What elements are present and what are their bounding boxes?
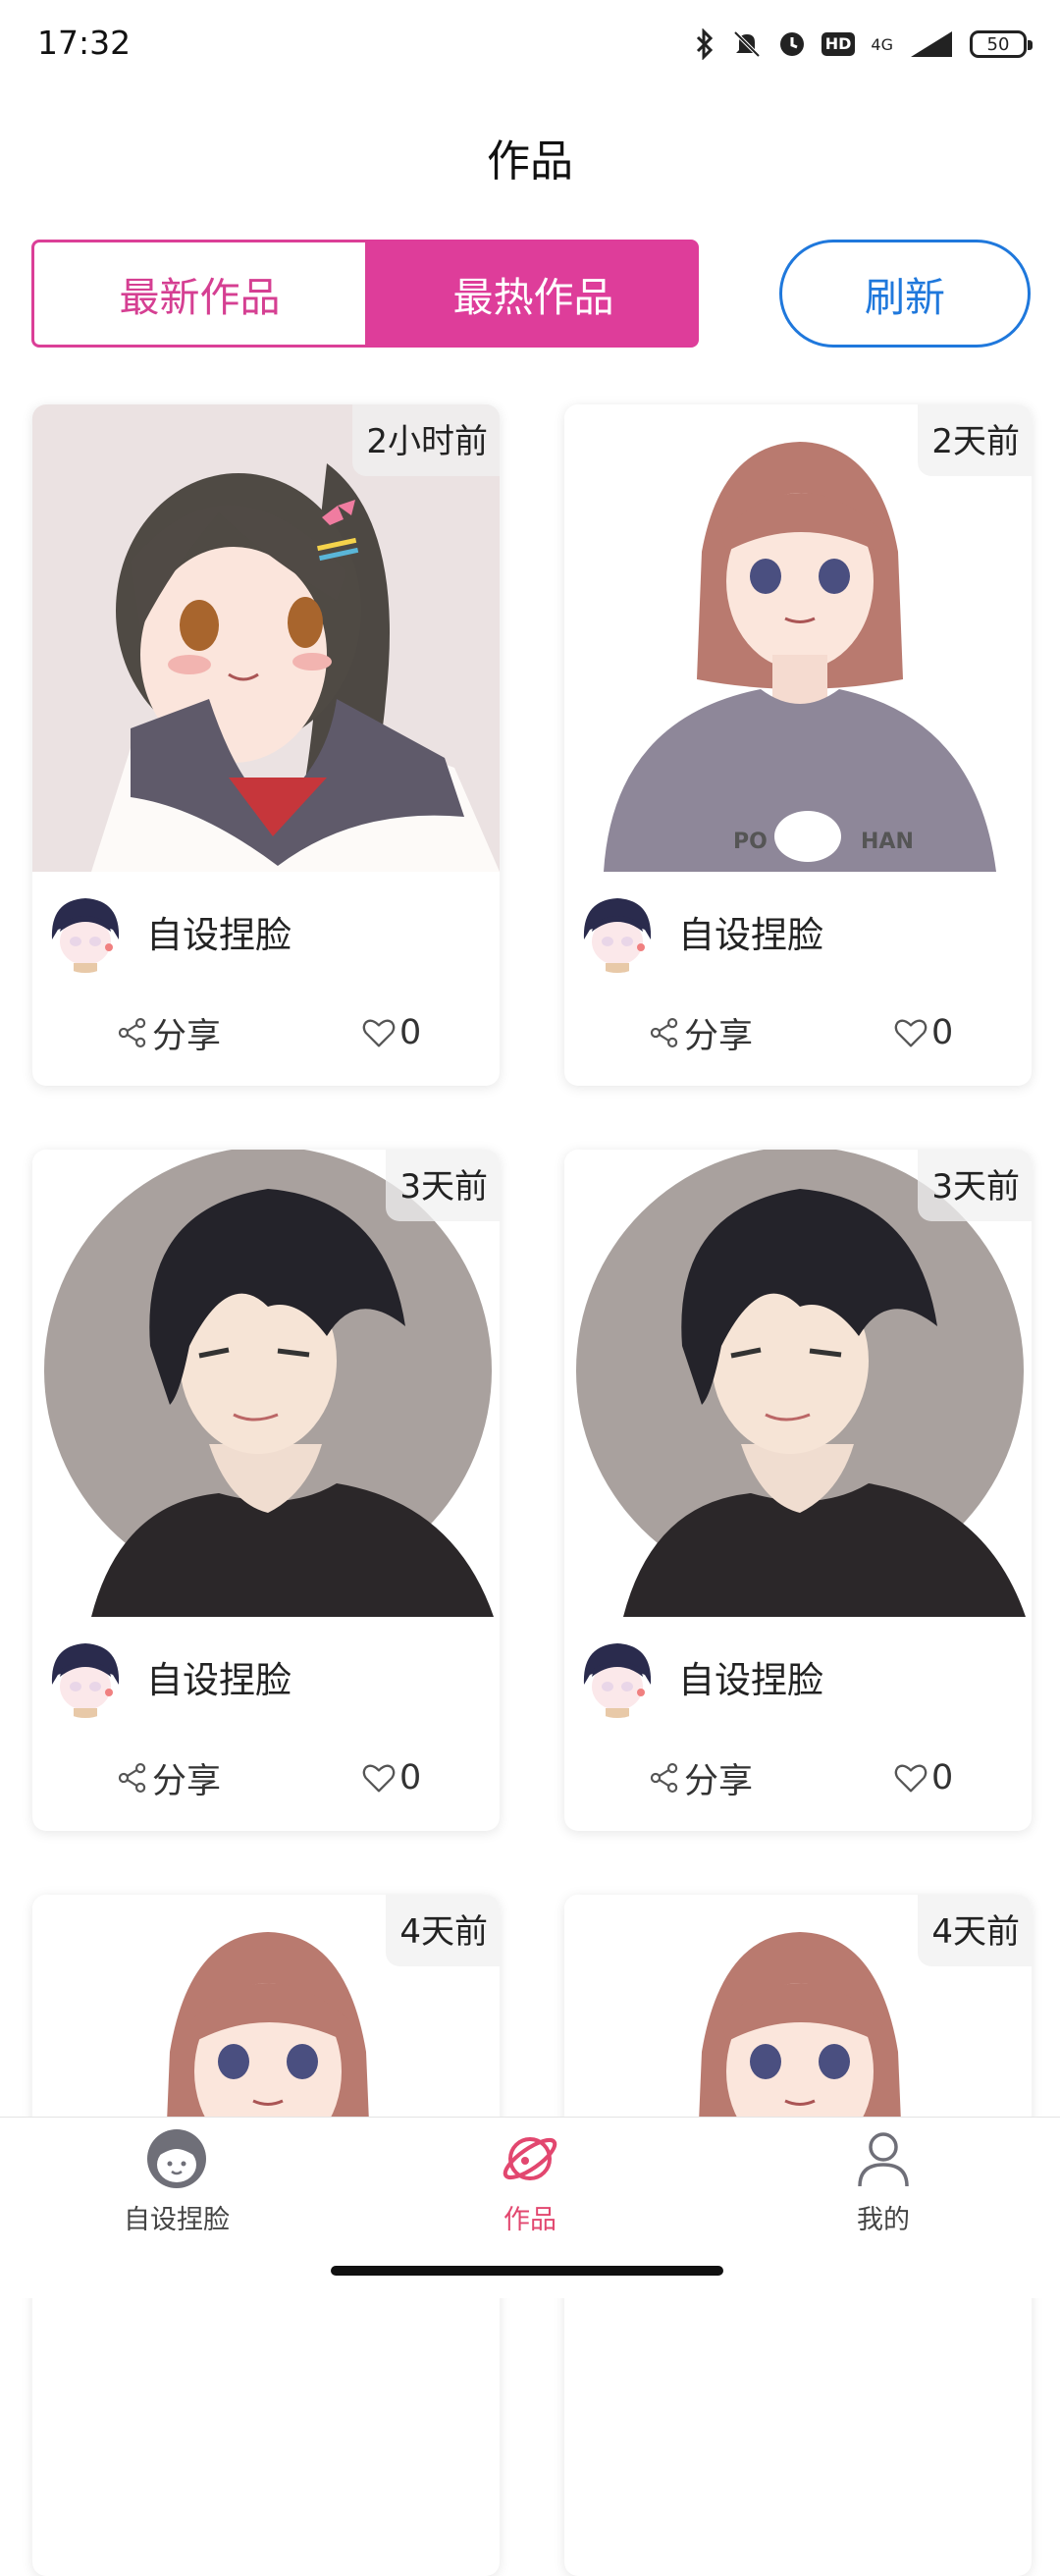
action-row: 分享 0 [32,993,500,1072]
share-icon [115,1015,150,1050]
status-time: 17:32 [37,24,132,62]
network-type: 4G [871,34,893,54]
bluetooth-icon [696,28,713,60]
nav-label: 作品 [504,2205,556,2235]
share-icon [647,1760,682,1796]
share-label: 分享 [684,1761,754,1801]
work-card[interactable]: 2小时前 自设捏脸 分享 0 [32,404,500,1086]
action-row: 分享 0 [32,1739,500,1817]
alarm-icon [779,32,804,56]
tab-switcher: 最新作品 最热作品 [31,240,699,348]
hd-icon: HD [821,32,856,56]
page-title: 作品 [487,136,573,187]
tab-latest-works[interactable]: 最新作品 [31,240,368,348]
avatar[interactable] [576,890,659,973]
nav-label: 自设捏脸 [124,2205,230,2235]
planet-icon [503,2137,557,2180]
work-card[interactable]: 3天前 自设捏脸 分享 0 [564,1150,1032,1831]
avatar[interactable] [44,1636,127,1718]
author-row[interactable]: 自设捏脸 [44,887,292,976]
time-badge: 4天前 [918,1895,1032,1966]
signal-icon [911,31,952,57]
heart-icon [360,1014,398,1051]
time-badge: 4天前 [386,1895,500,1966]
like-button[interactable]: 0 [360,993,421,1072]
avatar[interactable] [44,890,127,973]
time-badge: 3天前 [386,1150,500,1221]
work-card[interactable]: 2天前 自设捏脸 分享 0 [564,404,1032,1086]
share-label: 分享 [684,1016,754,1056]
action-row: 分享 0 [564,1739,1032,1817]
nav-label: 我的 [857,2205,910,2235]
time-badge: 2天前 [918,404,1032,476]
heart-icon [892,1014,929,1051]
battery-icon: 50 [970,30,1033,58]
like-button[interactable]: 0 [892,993,953,1072]
face-icon [147,2129,206,2188]
avatar[interactable] [576,1636,659,1718]
like-count: 0 [931,1013,954,1052]
share-button[interactable]: 分享 [115,993,221,1072]
author-row[interactable]: 自设捏脸 [44,1633,292,1721]
action-row: 分享 0 [564,993,1032,1072]
share-button[interactable]: 分享 [647,1739,753,1817]
nav-item-face-design[interactable]: 自设捏脸 [79,2127,275,2265]
nav-item-works[interactable]: 作品 [432,2127,628,2265]
share-icon [647,1015,682,1050]
heart-icon [360,1759,398,1797]
author-name: 自设捏脸 [146,914,292,956]
share-button[interactable]: 分享 [647,993,753,1072]
status-bar: 17:32 HD 4G 50 [0,0,1060,88]
share-label: 分享 [152,1016,222,1056]
tab-hottest-works[interactable]: 最热作品 [368,240,699,348]
share-button[interactable]: 分享 [115,1739,221,1817]
author-name: 自设捏脸 [678,914,823,956]
author-name: 自设捏脸 [678,1659,823,1701]
home-indicator[interactable] [331,2266,723,2276]
mute-icon [733,30,761,58]
share-icon [115,1760,150,1796]
like-button[interactable]: 0 [892,1739,953,1817]
battery-level: 50 [986,33,1010,55]
like-count: 0 [931,1758,954,1798]
nav-item-mine[interactable]: 我的 [785,2127,981,2265]
time-badge: 3天前 [918,1150,1032,1221]
status-icons: HD 4G 50 [694,24,1033,65]
time-badge: 2小时前 [352,404,500,476]
author-row[interactable]: 自设捏脸 [576,887,823,976]
like-count: 0 [399,1758,422,1798]
author-row[interactable]: 自设捏脸 [576,1633,823,1721]
like-count: 0 [399,1013,422,1052]
heart-icon [892,1759,929,1797]
share-label: 分享 [152,1761,222,1801]
like-button[interactable]: 0 [360,1739,421,1817]
author-name: 自设捏脸 [146,1659,292,1701]
refresh-button[interactable]: 刷新 [779,240,1031,348]
work-card[interactable]: 3天前 自设捏脸 分享 0 [32,1150,500,1831]
person-icon [858,2132,909,2187]
